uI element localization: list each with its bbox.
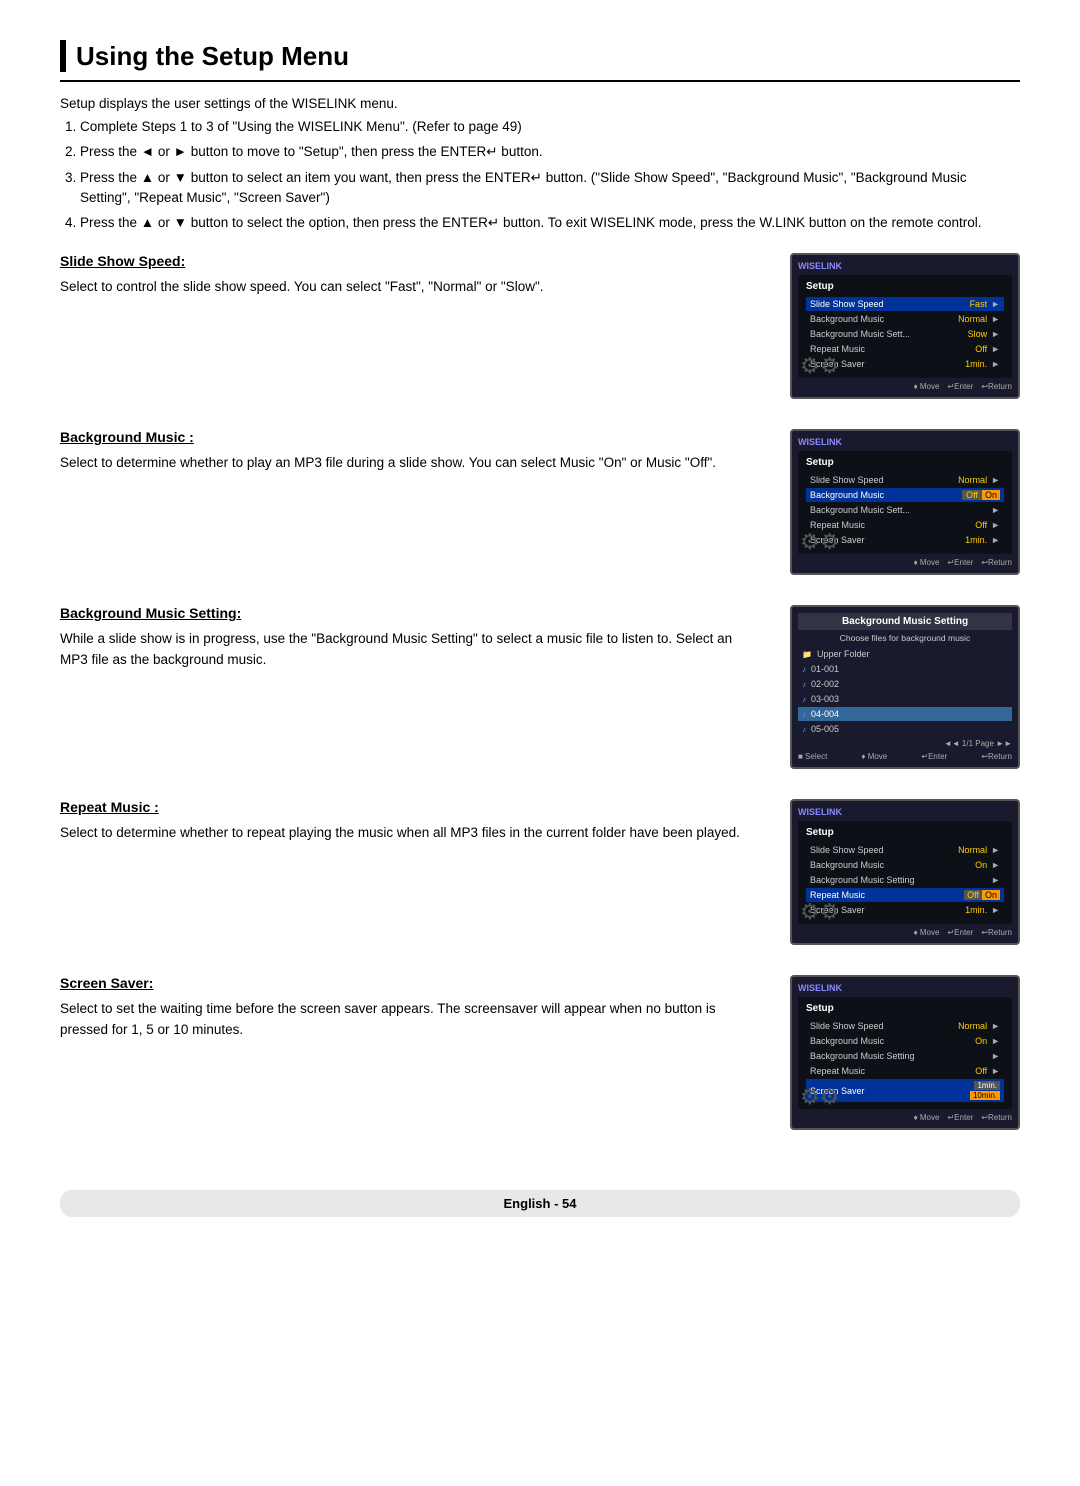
setup-label-2: Setup	[806, 457, 1004, 468]
tv-brand-5: WISELINK	[798, 983, 1012, 993]
menu-row-1-2: Background Music Normal ►	[806, 312, 1004, 326]
body-saver: Select to set the waiting time before th…	[60, 999, 760, 1041]
section-slide-show-speed: Slide Show Speed: Select to control the …	[60, 253, 1020, 399]
section-screen-saver: Screen Saver: Select to set the waiting …	[60, 975, 1020, 1130]
menu-row-5-3: Background Music Setting ►	[806, 1049, 1004, 1063]
tv-screen-4: WISELINK Setup Slide Show Speed Normal ►…	[790, 799, 1020, 945]
menu-row-4-3: Background Music Setting ►	[806, 873, 1004, 887]
body-repeat: Select to determine whether to repeat pl…	[60, 823, 760, 844]
section-text-repeat: Repeat Music : Select to determine wheth…	[60, 799, 790, 844]
tv-footer-2: ♦ Move ↵Enter ↩Return	[798, 558, 1012, 567]
section-background-music: Background Music : Select to determine w…	[60, 429, 1020, 575]
steps-list: Complete Steps 1 to 3 of "Using the WISE…	[80, 117, 1020, 233]
bms-item-2: ♪ 02-002	[798, 677, 1012, 691]
bms-screen-title: Background Music Setting	[798, 613, 1012, 630]
bms-item-3: ♪ 03-003	[798, 692, 1012, 706]
heading-repeat: Repeat Music :	[60, 799, 760, 815]
setup-label-5: Setup	[806, 1003, 1004, 1014]
bms-page-info: ◄◄ 1/1 Page ►►	[798, 739, 1012, 748]
gear-icon-2: ⚙⚙	[800, 529, 839, 555]
gear-icon-1: ⚙⚙	[800, 353, 839, 379]
tv-screen-5: WISELINK Setup Slide Show Speed Normal ►…	[790, 975, 1020, 1130]
content-area: Slide Show Speed: Select to control the …	[60, 253, 1020, 1160]
gear-icon-5: ⚙⚙	[800, 1084, 839, 1110]
music-icon-3: ♪	[802, 695, 806, 704]
tv-footer-1: ♦ Move ↵Enter ↩Return	[798, 382, 1012, 391]
tv-brand-4: WISELINK	[798, 807, 1012, 817]
tv-screen-2: WISELINK Setup Slide Show Speed Normal ►…	[790, 429, 1020, 575]
setup-label-1: Setup	[806, 281, 1004, 292]
music-icon-5: ♪	[802, 725, 806, 734]
bms-item-1: ♪ 01-001	[798, 662, 1012, 676]
menu-row-2-1: Slide Show Speed Normal ►	[806, 473, 1004, 487]
music-icon-2: ♪	[802, 680, 806, 689]
section-repeat-music: Repeat Music : Select to determine wheth…	[60, 799, 1020, 945]
bms-footer: ■ Select ♦ Move ↵Enter ↩Return	[798, 752, 1012, 761]
bms-screen-subtitle: Choose files for background music	[798, 633, 1012, 643]
step-3: Press the ▲ or ▼ button to select an ite…	[80, 168, 1020, 209]
heading-bms: Background Music Setting:	[60, 605, 760, 621]
setup-label-4: Setup	[806, 827, 1004, 838]
section-text-saver: Screen Saver: Select to set the waiting …	[60, 975, 790, 1041]
music-icon-1: ♪	[802, 665, 806, 674]
intro-text: Setup displays the user settings of the …	[60, 96, 1020, 111]
body-slide-show: Select to control the slide show speed. …	[60, 277, 760, 298]
bms-item-4: ♪ 04-004	[798, 707, 1012, 721]
heading-slide-show: Slide Show Speed:	[60, 253, 760, 269]
heading-saver: Screen Saver:	[60, 975, 760, 991]
tv-footer-4: ♦ Move ↵Enter ↩Return	[798, 928, 1012, 937]
menu-row-5-2: Background Music On ►	[806, 1034, 1004, 1048]
tv-footer-5: ♦ Move ↵Enter ↩Return	[798, 1113, 1012, 1122]
page-title: Using the Setup Menu	[60, 40, 1020, 82]
body-bg-music: Select to determine whether to play an M…	[60, 453, 760, 474]
bms-item-folder: 📁 Upper Folder	[798, 647, 1012, 661]
section-text-bg-music: Background Music : Select to determine w…	[60, 429, 790, 474]
music-icon-4: ♪	[802, 710, 806, 719]
step-2: Press the ◄ or ► button to move to "Setu…	[80, 142, 1020, 162]
step-1: Complete Steps 1 to 3 of "Using the WISE…	[80, 117, 1020, 137]
footer-label: English - 54	[504, 1196, 577, 1211]
body-bms: While a slide show is in progress, use t…	[60, 629, 760, 671]
tv-screen-1: WISELINK Setup Slide Show Speed Fast ► B…	[790, 253, 1020, 399]
menu-row-4-1: Slide Show Speed Normal ►	[806, 843, 1004, 857]
section-text-slide-show: Slide Show Speed: Select to control the …	[60, 253, 790, 298]
page-footer: English - 54	[60, 1190, 1020, 1217]
menu-row-1-1: Slide Show Speed Fast ►	[806, 297, 1004, 311]
gear-icon-4: ⚙⚙	[800, 899, 839, 925]
heading-bg-music: Background Music :	[60, 429, 760, 445]
section-text-bms: Background Music Setting: While a slide …	[60, 605, 790, 671]
tv-brand-2: WISELINK	[798, 437, 1012, 447]
menu-row-2-3: Background Music Sett... ►	[806, 503, 1004, 517]
tv-screen-3: Background Music Setting Choose files fo…	[790, 605, 1020, 769]
menu-row-5-1: Slide Show Speed Normal ►	[806, 1019, 1004, 1033]
tv-brand-1: WISELINK	[798, 261, 1012, 271]
bms-item-5: ♪ 05-005	[798, 722, 1012, 736]
section-bg-music-setting: Background Music Setting: While a slide …	[60, 605, 1020, 769]
menu-row-2-2: Background Music Off On	[806, 488, 1004, 502]
menu-row-1-3: Background Music Sett... Slow ►	[806, 327, 1004, 341]
step-4: Press the ▲ or ▼ button to select the op…	[80, 213, 1020, 233]
menu-row-5-4: Repeat Music Off ►	[806, 1064, 1004, 1078]
menu-row-4-2: Background Music On ►	[806, 858, 1004, 872]
folder-icon: 📁	[802, 650, 812, 659]
